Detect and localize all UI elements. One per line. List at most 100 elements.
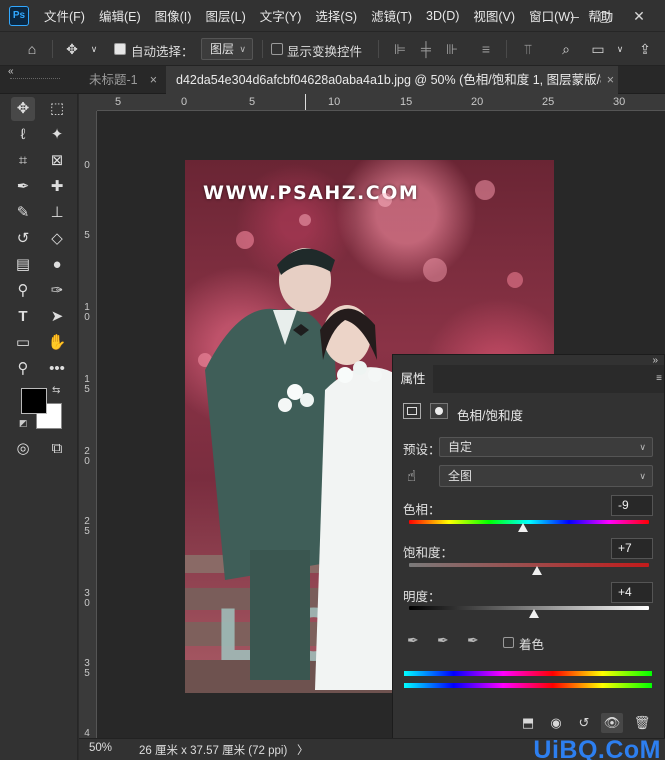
properties-panel: » 属性 ≡ 色相/饱和度 预设： 自定 ∨ ☝ 全图 ∨ 色相： -9 饱和度… bbox=[392, 354, 665, 742]
eyedropper-tool-icon[interactable]: ✒ bbox=[11, 175, 35, 199]
tools-panel: ✥ ⬚ ℓ ✦ ⌗ ⊠ ✒ ✚ ✎ ⊥ ↺ ◇ ▤ ● ⚲ ✑ T ➤ ▭ ✋ … bbox=[0, 78, 78, 760]
close-icon[interactable]: × bbox=[600, 66, 618, 94]
home-icon[interactable]: ⌂ bbox=[22, 39, 42, 59]
crop-tool-icon[interactable]: ⌗ bbox=[11, 149, 35, 173]
colorize-label: 着色 bbox=[519, 638, 545, 652]
chevron-down-icon[interactable]: ∨ bbox=[610, 39, 630, 59]
menu-edit[interactable]: 编辑(E) bbox=[92, 6, 148, 25]
move-tool-icon[interactable]: ✥ bbox=[11, 97, 35, 121]
show-transform-checkbox[interactable] bbox=[271, 43, 283, 55]
collapse-icon[interactable]: « bbox=[8, 66, 14, 78]
minimize-icon[interactable]: – bbox=[565, 6, 585, 26]
menu-type[interactable]: 文字(Y) bbox=[253, 6, 309, 25]
pen-tool-icon[interactable]: ✑ bbox=[45, 279, 69, 303]
close-icon[interactable]: ✕ bbox=[629, 6, 649, 26]
auto-select-checkbox[interactable] bbox=[114, 43, 126, 55]
eyedropper-add-icon[interactable]: ✒ bbox=[437, 632, 449, 649]
panel-menu-icon[interactable]: ≡ bbox=[656, 373, 662, 384]
menu-select[interactable]: 选择(S) bbox=[308, 6, 364, 25]
target-adjustment-hand-icon[interactable]: ☝ bbox=[407, 467, 416, 485]
ruler-tick-label: 5 bbox=[249, 96, 256, 108]
photoshop-logo: Ps bbox=[9, 5, 29, 26]
align-top-icon[interactable]: ⫪ bbox=[518, 39, 538, 59]
eraser-tool-icon[interactable]: ◇ bbox=[45, 227, 69, 251]
foreground-color-swatch[interactable] bbox=[21, 388, 47, 414]
document-tabs: « 未标题-1 × d42da54e304d6afcbf04628a0aba4a… bbox=[0, 66, 665, 94]
more-tools-icon[interactable]: ••• bbox=[45, 357, 69, 381]
zoom-level[interactable]: 50% bbox=[89, 742, 112, 754]
magic-wand-icon[interactable]: ✦ bbox=[45, 123, 69, 147]
marquee-tool-icon[interactable]: ⬚ bbox=[45, 97, 69, 121]
status-menu-arrow[interactable]: 〉 bbox=[297, 742, 309, 758]
colorize-checkbox[interactable] bbox=[503, 637, 514, 648]
gradient-tool-icon[interactable]: ▤ bbox=[11, 253, 35, 277]
screen-mode-icon[interactable]: ⧉ bbox=[45, 437, 69, 461]
hue-slider[interactable] bbox=[409, 520, 649, 524]
menu-layer[interactable]: 图层(L) bbox=[198, 6, 252, 25]
eyedropper-subtract-icon[interactable]: ✒ bbox=[467, 632, 479, 649]
auto-select-target-dropdown[interactable]: 图层 ∨ bbox=[201, 38, 253, 60]
align-right-icon[interactable]: ⊪ bbox=[442, 39, 462, 59]
history-brush-icon[interactable]: ↺ bbox=[11, 227, 35, 251]
saturation-slider-thumb[interactable] bbox=[532, 566, 543, 575]
adjustment-title: 色相/饱和度 bbox=[457, 409, 523, 423]
trash-icon[interactable]: 🗑 bbox=[631, 713, 653, 733]
reset-icon[interactable]: ↺ bbox=[573, 713, 595, 733]
saturation-label: 饱和度： bbox=[403, 546, 454, 560]
preset-value: 自定 bbox=[448, 440, 473, 454]
preset-dropdown[interactable]: 自定 ∨ bbox=[439, 437, 653, 457]
search-icon[interactable]: ⌕ bbox=[556, 39, 576, 59]
brush-tool-icon[interactable]: ✎ bbox=[11, 201, 35, 225]
tab-label: 未标题-1 bbox=[89, 73, 138, 87]
align-center-icon[interactable]: ╪ bbox=[416, 39, 436, 59]
ruler-tick-label: 2 0 bbox=[84, 446, 90, 467]
ruler-tick-label: 0 bbox=[84, 160, 90, 171]
visibility-eye-icon[interactable]: 👁 bbox=[601, 713, 623, 733]
rectangle-tool-icon[interactable]: ▭ bbox=[11, 331, 35, 355]
lightness-slider-thumb[interactable] bbox=[528, 609, 539, 618]
stamp-tool-icon[interactable]: ⊥ bbox=[45, 201, 69, 225]
default-colors-icon[interactable]: ◩ bbox=[19, 418, 28, 429]
quick-mask-icon[interactable]: ◎ bbox=[11, 437, 35, 461]
blur-tool-icon[interactable]: ● bbox=[45, 253, 69, 277]
tab-active-document[interactable]: d42da54e304d6afcbf04628a0aba4a1b.jpg @ 5… bbox=[166, 66, 618, 94]
mask-icon[interactable] bbox=[430, 403, 448, 419]
workspace-icon[interactable]: ▭ bbox=[588, 39, 608, 59]
chevron-down-icon[interactable]: ∨ bbox=[84, 39, 104, 59]
tab-properties[interactable]: 属性 bbox=[393, 365, 433, 393]
hue-value-field[interactable]: -9 bbox=[611, 495, 653, 516]
menu-file[interactable]: 文件(F) bbox=[37, 6, 92, 25]
distribute-icon[interactable]: ≡ bbox=[476, 39, 496, 59]
ruler-top[interactable]: 5 0 5 10 15 20 25 30 bbox=[97, 94, 665, 111]
menu-3d[interactable]: 3D(D) bbox=[419, 9, 466, 23]
tab-untitled[interactable]: 未标题-1 × bbox=[79, 66, 165, 94]
saturation-slider[interactable] bbox=[409, 563, 649, 567]
hand-tool-icon[interactable]: ✋ bbox=[45, 331, 69, 355]
clip-to-layer-icon[interactable]: ⬒ bbox=[517, 713, 539, 733]
zoom-tool-icon[interactable]: ⚲ bbox=[11, 357, 35, 381]
hue-slider-thumb[interactable] bbox=[518, 523, 528, 532]
eyedropper-icon[interactable]: ✒ bbox=[407, 632, 419, 649]
dodge-tool-icon[interactable]: ⚲ bbox=[11, 279, 35, 303]
path-select-icon[interactable]: ➤ bbox=[45, 305, 69, 329]
swap-colors-icon[interactable]: ⇆ bbox=[52, 385, 60, 396]
restore-icon[interactable]: ▢ bbox=[595, 6, 615, 26]
close-icon[interactable]: × bbox=[150, 66, 157, 94]
ruler-left[interactable]: 0 5 1 0 1 5 2 0 2 5 3 0 3 5 4 bbox=[79, 111, 97, 738]
channel-dropdown[interactable]: 全图 ∨ bbox=[439, 465, 653, 487]
align-left-icon[interactable]: ⊫ bbox=[390, 39, 410, 59]
menu-filter[interactable]: 滤镜(T) bbox=[364, 6, 419, 25]
move-tool-icon[interactable]: ✥ bbox=[62, 39, 82, 59]
lightness-value-field[interactable]: +4 bbox=[611, 582, 653, 603]
type-tool-icon[interactable]: T bbox=[11, 305, 35, 329]
saturation-value-field[interactable]: +7 bbox=[611, 538, 653, 559]
menu-image[interactable]: 图像(I) bbox=[148, 6, 199, 25]
input-color-bar bbox=[404, 671, 652, 676]
frame-tool-icon[interactable]: ⊠ bbox=[45, 149, 69, 173]
healing-brush-icon[interactable]: ✚ bbox=[45, 175, 69, 199]
share-icon[interactable]: ⇪ bbox=[635, 39, 655, 59]
menu-view[interactable]: 视图(V) bbox=[466, 6, 522, 25]
view-previous-icon[interactable]: ◉ bbox=[545, 713, 567, 733]
auto-select-target-value: 图层 bbox=[210, 42, 235, 56]
lasso-tool-icon[interactable]: ℓ bbox=[11, 123, 35, 147]
